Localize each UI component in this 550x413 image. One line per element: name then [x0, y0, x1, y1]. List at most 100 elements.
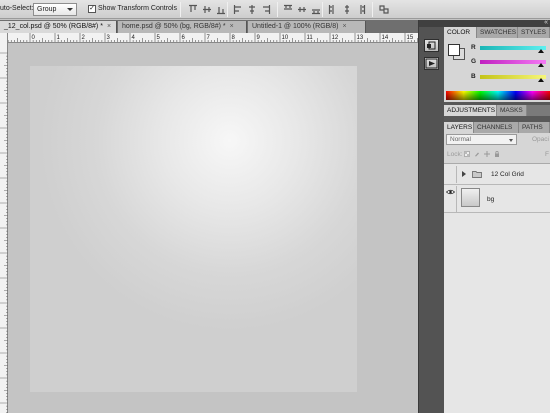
checkmark-icon: ✓ [89, 5, 95, 12]
distribute-top-icon[interactable] [283, 4, 293, 15]
tab-12-col-psd[interactable]: _12_col.psd @ 50% (RGB/8#) * × [0, 21, 117, 33]
lock-position-icon[interactable] [484, 151, 490, 157]
layer-row-12-col-grid[interactable]: 12 Col Grid [444, 164, 550, 185]
close-icon[interactable]: × [107, 23, 111, 30]
ruler-ticks [0, 52, 8, 413]
auto-align-layers-icon[interactable] [379, 4, 389, 15]
ruler-tick-label: 15 [407, 35, 414, 41]
eye-icon [446, 189, 455, 195]
play-icon [425, 58, 438, 69]
vertical-ruler[interactable] [0, 33, 8, 413]
slider-thumb[interactable] [538, 78, 544, 82]
align-horizontal-centers-icon[interactable] [247, 4, 257, 15]
adjustments-panel-tabs: ADJUSTMENTS MASKS [444, 105, 550, 116]
lock-image-pixels-icon[interactable] [474, 151, 480, 157]
tab-label: _12_col.psd @ 50% (RGB/8#) * [4, 23, 103, 30]
toolbar-separator [322, 2, 323, 17]
layer-name: 12 Col Grid [491, 171, 524, 178]
tab-layers[interactable]: LAYERS [444, 122, 474, 133]
ruler-ticks: 012345678910111213141516 [8, 33, 418, 42]
ruler-tick-label: 3 [107, 35, 111, 41]
close-icon[interactable]: × [342, 23, 346, 30]
slider-thumb[interactable] [538, 63, 544, 67]
close-icon[interactable]: × [230, 23, 234, 30]
layer-visibility-toggle[interactable] [445, 166, 457, 183]
toolbar-separator [227, 2, 228, 17]
color-panel-tabs: COLOR SWATCHES STYLES [444, 27, 550, 38]
tab-styles[interactable]: STYLES [518, 27, 550, 38]
lock-label: Lock: [447, 151, 463, 158]
slider-thumb[interactable] [538, 49, 544, 53]
history-panel-button[interactable] [424, 39, 439, 52]
color-spectrum-ramp[interactable] [446, 91, 550, 100]
lock-all-icon[interactable] [494, 151, 500, 157]
tab-home-psd[interactable]: home.psd @ 50% (bg, RGB/8#) * × [118, 21, 247, 33]
document-tab-bar: _12_col.psd @ 50% (RGB/8#) * × home.psd @… [0, 20, 418, 33]
layer-name: bg [487, 196, 495, 203]
ruler-tick-label: 2 [82, 35, 86, 41]
blue-channel-slider[interactable] [480, 75, 546, 82]
dock-header [419, 20, 445, 27]
tab-masks[interactable]: MASKS [497, 105, 527, 116]
toolbar-separator [372, 2, 373, 17]
align-bottom-edges-icon[interactable] [216, 4, 226, 15]
align-left-edges-icon[interactable] [233, 4, 243, 15]
distribute-left-icon[interactable] [328, 4, 338, 15]
red-channel-slider[interactable] [480, 46, 546, 53]
opacity-label: Opaci [532, 136, 549, 143]
blend-mode-value: Normal [450, 136, 471, 143]
distribute-bottom-icon[interactable] [311, 4, 321, 15]
folder-icon [472, 170, 482, 178]
show-transform-checkbox[interactable]: ✓ [88, 5, 96, 13]
tab-swatches[interactable]: SWATCHES [477, 27, 518, 38]
align-right-edges-icon[interactable] [261, 4, 271, 15]
document-canvas[interactable] [30, 66, 357, 392]
fill-label: F [545, 151, 549, 158]
ruler-tick-label: 1 [57, 35, 61, 41]
canvas-area[interactable] [9, 44, 418, 413]
ruler-tick-label: 6 [182, 35, 186, 41]
history-icon [427, 41, 436, 50]
distribute-horizontal-centers-icon[interactable] [342, 4, 352, 15]
auto-select-dropdown[interactable]: Group [33, 3, 77, 16]
collapse-panels-icon[interactable]: « [544, 19, 548, 26]
toolbar-separator [180, 2, 181, 17]
ruler-tick-label: 8 [232, 35, 236, 41]
ruler-tick-label: 0 [32, 35, 36, 41]
ruler-tick-label: 12 [332, 35, 339, 41]
distribute-vertical-centers-icon[interactable] [297, 4, 307, 15]
green-channel-label: G [471, 58, 477, 65]
auto-select-label: uto-Select: [0, 5, 34, 12]
ruler-tick-label: 14 [382, 35, 389, 41]
green-channel-slider[interactable] [480, 60, 546, 67]
adjustments-panel: ADJUSTMENTS MASKS [444, 102, 550, 122]
chevron-down-icon [509, 139, 513, 142]
ruler-tick-label: 9 [257, 35, 261, 41]
actions-panel-button[interactable] [424, 57, 439, 70]
tab-label: Untitled-1 @ 100% (RGB/8) [252, 23, 339, 30]
layer-visibility-toggle[interactable] [445, 186, 457, 212]
ruler-tick-label: 10 [282, 35, 289, 41]
align-top-edges-icon[interactable] [188, 4, 198, 15]
layers-panel: LAYERS CHANNELS PATHS Normal Opaci Lock:… [444, 122, 550, 413]
align-vertical-centers-icon[interactable] [202, 4, 212, 15]
tab-untitled-1[interactable]: Untitled-1 @ 100% (RGB/8) × [248, 21, 366, 33]
blue-channel-label: B [471, 73, 476, 80]
horizontal-ruler[interactable]: 012345678910111213141516 [8, 33, 418, 43]
tab-label: home.psd @ 50% (bg, RGB/8#) * [122, 23, 226, 30]
lock-transparent-icon[interactable] [464, 151, 470, 157]
tab-adjustments[interactable]: ADJUSTMENTS [444, 105, 497, 116]
spectrum-shade [446, 91, 550, 100]
collapsed-panel-dock [418, 20, 445, 413]
tab-color[interactable]: COLOR [444, 27, 477, 38]
expand-triangle-icon[interactable] [462, 171, 466, 177]
ruler-tick-label: 13 [357, 35, 364, 41]
blend-mode-dropdown[interactable]: Normal [446, 134, 517, 145]
ruler-tick-label: 7 [207, 35, 211, 41]
foreground-color-swatch[interactable] [448, 44, 460, 56]
distribute-right-icon[interactable] [356, 4, 366, 15]
ruler-tick-label: 11 [307, 35, 314, 41]
tab-channels[interactable]: CHANNELS [474, 122, 519, 133]
layer-row-bg[interactable]: bg [444, 186, 550, 213]
tab-paths[interactable]: PATHS [519, 122, 550, 133]
